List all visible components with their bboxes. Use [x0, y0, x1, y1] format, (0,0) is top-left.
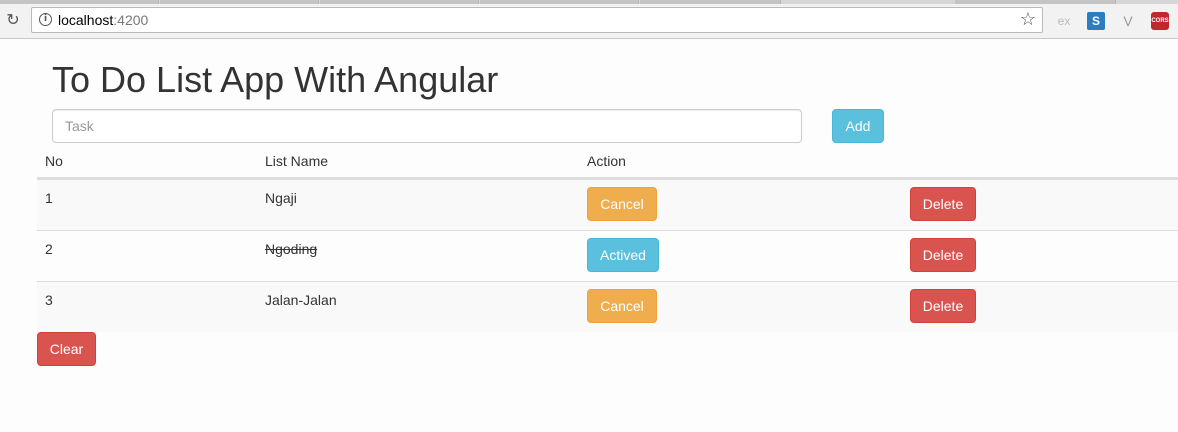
url-text: localhost:4200	[58, 12, 149, 28]
task-input[interactable]	[52, 109, 802, 143]
page-title: To Do List App With Angular	[52, 59, 499, 100]
row-number: 1	[45, 190, 53, 206]
header-list-name: List Name	[265, 153, 329, 169]
v-extension-icon[interactable]: V	[1119, 12, 1137, 30]
task-name: Jalan-Jalan	[265, 292, 337, 308]
cancel-button[interactable]: Cancel	[587, 187, 657, 221]
ex-extension-icon[interactable]: ex	[1055, 12, 1073, 30]
table-header: No List Name Action	[37, 144, 1178, 179]
add-button[interactable]: Add	[832, 109, 884, 143]
table-row: 3 Jalan-Jalan Cancel Delete	[37, 281, 1178, 332]
bookmark-star-icon[interactable]: ☆	[1020, 9, 1036, 30]
s-extension-icon[interactable]: S	[1087, 12, 1105, 30]
delete-button[interactable]: Delete	[910, 238, 976, 272]
reload-icon[interactable]: ↻	[4, 12, 22, 30]
table-row: 2 Ngoding Actived Delete	[37, 230, 1178, 281]
header-no: No	[45, 153, 63, 169]
cors-extension-icon[interactable]: CORS	[1151, 12, 1169, 30]
delete-button[interactable]: Delete	[910, 187, 976, 221]
row-number: 3	[45, 292, 53, 308]
cancel-button[interactable]: Cancel	[587, 289, 657, 323]
delete-button[interactable]: Delete	[910, 289, 976, 323]
table-row: 1 Ngaji Cancel Delete	[37, 179, 1178, 230]
row-number: 2	[45, 241, 53, 257]
address-bar[interactable]: i localhost:4200 ☆	[31, 7, 1043, 33]
header-action: Action	[587, 153, 626, 169]
actived-button[interactable]: Actived	[587, 238, 659, 272]
browser-toolbar: ↻ i localhost:4200 ☆ ex S V CORS	[0, 4, 1178, 39]
task-name: Ngaji	[265, 190, 297, 206]
info-icon[interactable]: i	[39, 13, 52, 26]
todo-table: No List Name Action 1 Ngaji Cancel Delet…	[37, 144, 1178, 332]
clear-button[interactable]: Clear	[37, 332, 96, 366]
task-name: Ngoding	[265, 241, 318, 257]
